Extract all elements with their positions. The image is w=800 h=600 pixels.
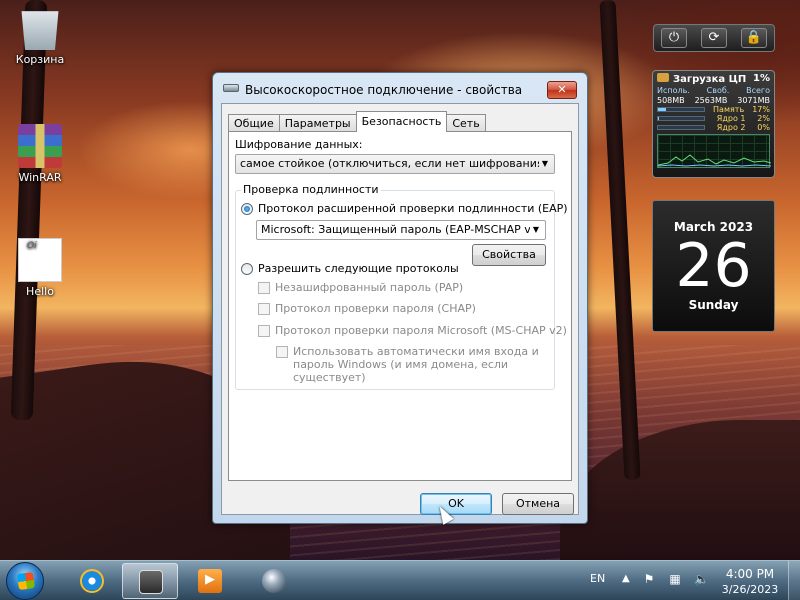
eap-properties-button[interactable]: Свойства: [472, 244, 546, 266]
taskbar: EN ▲ ⚑ ▦ 🔈 4:00 PM 3/26/2023: [0, 560, 800, 600]
core2-pct: 0%: [757, 123, 770, 132]
mschap-label: Протокол проверки пароля Microsoft (MS-C…: [275, 324, 567, 337]
autologon-label-line1: Использовать автоматически имя входа и: [293, 345, 539, 358]
desktop-icon-label: WinRAR: [18, 171, 62, 184]
core2-bar: [657, 125, 705, 130]
sphere-app-icon: [262, 569, 286, 593]
tray-expand-icon[interactable]: ▲: [622, 573, 630, 584]
security-tab-panel: Шифрование данных: самое стойкое (отключ…: [228, 131, 572, 481]
close-button[interactable]: ✕: [547, 81, 577, 99]
chevron-down-icon: ▼: [530, 221, 542, 239]
volume-muted-icon[interactable]: 🔈: [694, 572, 709, 586]
connection-properties-dialog: Высокоскоростное подключение - свойства …: [212, 72, 588, 524]
pap-label: Незашифрованный пароль (PAP): [275, 281, 464, 294]
winrar-icon: [18, 124, 62, 168]
cpu-title: Загрузка ЦП: [673, 74, 747, 85]
eap-method-select[interactable]: Microsoft: Защищенный пароль (EAP-MSCHAP…: [256, 220, 546, 240]
memory-label: Память: [713, 105, 745, 114]
encryption-select[interactable]: самое стойкое (отключиться, если нет шиф…: [235, 154, 555, 174]
cpu-total: 3071MB: [737, 96, 770, 105]
pap-checkbox[interactable]: [258, 282, 270, 294]
tab-strip: Общие Параметры Безопасность Сеть: [228, 111, 486, 132]
calendar-gadget[interactable]: March 2023 26 Sunday: [652, 200, 775, 332]
taskbar-app-sphere[interactable]: [246, 563, 302, 599]
cpu-meter-gadget: Загрузка ЦП 1% Исполь. Своб. Всего 508MB…: [652, 70, 775, 178]
desktop-icon-winrar[interactable]: WinRAR: [5, 124, 75, 184]
dialog-client-area: Общие Параметры Безопасность Сеть Шифров…: [221, 103, 579, 515]
dialog-title: Высокоскоростное подключение - свойства: [245, 83, 523, 97]
calendar-day: 26: [675, 231, 752, 301]
chap-label: Протокол проверки пароля (CHAP): [275, 302, 476, 315]
chevron-down-icon: ▼: [539, 155, 551, 173]
tab-options[interactable]: Параметры: [278, 114, 357, 132]
language-indicator[interactable]: EN: [590, 572, 605, 585]
restart-icon[interactable]: ⟳: [701, 28, 727, 48]
tab-general[interactable]: Общие: [228, 114, 280, 132]
tab-networking[interactable]: Сеть: [446, 114, 486, 132]
cpu-free: 2563MB: [694, 96, 728, 105]
core1-label: Ядро 1: [716, 114, 746, 123]
taskbar-media-player[interactable]: [182, 563, 238, 599]
cpu-col-total: Всего: [746, 86, 770, 95]
image-file-icon: [18, 238, 62, 282]
network-connections-icon: [139, 570, 163, 594]
cpu-percent: 1%: [753, 73, 770, 84]
autologon-label-line2: пароль Windows (и имя домена, если: [293, 358, 509, 371]
encryption-label: Шифрование данных:: [235, 138, 363, 151]
cpu-col-free: Своб.: [706, 86, 730, 95]
cpu-chip-icon: [657, 73, 669, 82]
cpu-used: 508MB: [657, 96, 685, 105]
autologon-label-line3: существует): [293, 371, 366, 384]
recycle-bin-icon: [21, 11, 59, 50]
eap-method-value: Microsoft: Защищенный пароль (EAP-MSCHAP…: [261, 223, 546, 236]
ok-button[interactable]: OK: [420, 493, 492, 515]
lock-icon[interactable]: 🔒: [741, 28, 767, 48]
network-connection-icon: [223, 84, 239, 92]
cancel-button[interactable]: Отмена: [502, 493, 574, 515]
autologon-checkbox[interactable]: [276, 346, 288, 358]
desktop-icon-hello[interactable]: Hello: [5, 238, 75, 298]
power-gadget: ⏻ ⟳ 🔒: [653, 24, 775, 52]
allow-protocols-label[interactable]: Разрешить следующие протоколы: [258, 262, 459, 275]
core2-label: Ядро 2: [716, 123, 746, 132]
show-desktop-button[interactable]: [788, 561, 800, 600]
tab-security[interactable]: Безопасность: [355, 111, 448, 132]
clock-date[interactable]: 3/26/2023: [718, 583, 782, 596]
clock-time[interactable]: 4:00 PM: [722, 567, 778, 581]
internet-explorer-icon: [80, 569, 104, 593]
mschap-checkbox[interactable]: [258, 325, 270, 337]
memory-bar: [657, 107, 705, 112]
core1-pct: 2%: [757, 114, 770, 123]
desktop-icon-recycle-bin[interactable]: Корзина: [5, 6, 75, 66]
eap-radio[interactable]: [241, 203, 253, 215]
action-center-flag-icon[interactable]: ⚑: [642, 572, 656, 586]
taskbar-internet-explorer[interactable]: [64, 563, 120, 599]
start-button[interactable]: [6, 562, 44, 600]
taskbar-network-connections[interactable]: [122, 563, 178, 599]
media-player-icon: [198, 569, 222, 593]
calendar-weekday: Sunday: [688, 298, 739, 312]
encryption-value: самое стойкое (отключиться, если нет шиф…: [240, 157, 548, 170]
allow-protocols-radio[interactable]: [241, 263, 253, 275]
desktop-icon-label: Корзина: [15, 53, 65, 66]
desktop-icon-label: Hello: [26, 285, 54, 298]
cpu-history-graph: [657, 134, 771, 168]
network-status-icon[interactable]: ▦: [668, 572, 682, 586]
auth-group-title: Проверка подлинности: [241, 183, 381, 196]
eap-radio-label[interactable]: Протокол расширенной проверки подлинност…: [258, 202, 568, 215]
core1-bar: [657, 116, 705, 121]
dialog-title-bar[interactable]: Высокоскоростное подключение - свойства …: [213, 73, 587, 107]
chap-checkbox[interactable]: [258, 303, 270, 315]
power-icon[interactable]: ⏻: [661, 28, 687, 48]
cpu-col-used: Исполь.: [657, 86, 690, 95]
memory-pct: 17%: [752, 105, 770, 114]
